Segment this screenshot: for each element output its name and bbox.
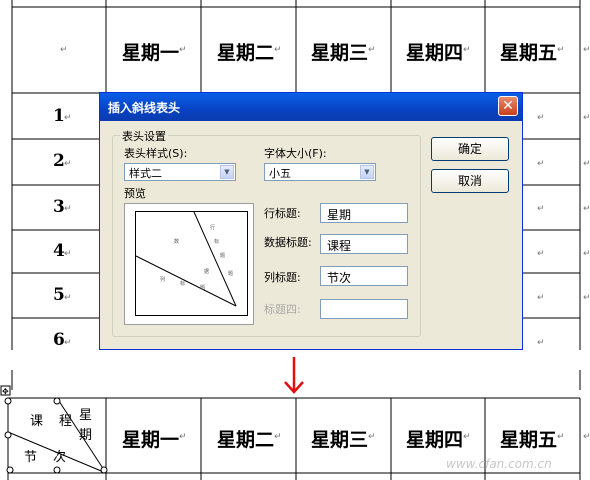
paragraph-mark: ↵	[463, 432, 471, 442]
col-title-value: 节次	[327, 271, 352, 285]
paragraph-mark: ↵	[463, 45, 471, 55]
title4-input[interactable]	[320, 299, 408, 319]
paragraph-mark: ↵	[583, 45, 590, 55]
top-header-day-2: 星期二	[217, 42, 275, 64]
preview-label: 预览	[124, 187, 146, 200]
dialog-title: 插入斜线表头	[108, 101, 181, 115]
paragraph-mark: ↵	[274, 432, 282, 442]
paragraph-mark: ↵	[368, 45, 376, 55]
preview-mark: 标	[180, 280, 185, 287]
row-title-input[interactable]: 星期	[320, 203, 408, 223]
preview-mark: 行	[210, 224, 215, 231]
paragraph-mark: ↵	[60, 45, 68, 55]
watermark: www.cfan.com.cn	[446, 457, 552, 471]
chevron-down-icon[interactable]: ▼	[220, 165, 234, 179]
paragraph-mark: ↵	[537, 204, 545, 214]
data-title-input[interactable]: 课程	[320, 234, 408, 254]
diag-col-text: 节次	[24, 450, 83, 465]
paragraph-mark: ↵	[583, 159, 590, 169]
col-title-label: 列标题:	[264, 271, 301, 284]
bottom-header-day-3: 星期三	[311, 429, 369, 451]
preview-mark: 列	[160, 276, 165, 283]
bottom-header-day-4: 星期四	[406, 429, 464, 451]
preview-mark: 据	[204, 268, 209, 275]
data-title-value: 课程	[327, 239, 352, 253]
style-select-value: 样式二	[129, 167, 162, 180]
close-button[interactable]: ✕	[498, 96, 518, 116]
preview-mark: 数	[174, 238, 179, 245]
move-icon: ✥	[2, 387, 9, 396]
cancel-button[interactable]: 取消	[431, 169, 509, 193]
paragraph-mark: ↵	[179, 45, 187, 55]
font-size-label: 字体大小(F):	[264, 147, 327, 160]
bottom-header-day-2: 星期二	[217, 429, 275, 451]
top-header-day-1: 星期一	[122, 42, 180, 64]
paragraph-mark: ↵	[64, 249, 72, 259]
top-header-day-4: 星期四	[406, 42, 464, 64]
paragraph-mark: ↵	[557, 432, 565, 442]
row-title-label: 行标题:	[264, 207, 301, 220]
top-header-day-5: 星期五	[500, 42, 558, 64]
title4-label: 标题四:	[264, 303, 301, 316]
dialog-titlebar[interactable]: 插入斜线表头 ✕	[100, 93, 522, 121]
row-title-value: 星期	[327, 208, 352, 222]
paragraph-mark: ↵	[537, 338, 545, 348]
paragraph-mark: ↵	[179, 432, 187, 442]
paragraph-mark: ↵	[537, 293, 545, 303]
chevron-down-icon[interactable]: ▼	[360, 165, 374, 179]
paragraph-mark: ↵	[64, 204, 72, 214]
preview-mark: 题	[220, 253, 225, 259]
bottom-header-day-1: 星期一	[122, 429, 180, 451]
col-title-input[interactable]: 节次	[320, 266, 408, 286]
header-settings-group-label: 表头设置	[120, 128, 168, 144]
paragraph-mark: ↵	[557, 45, 565, 55]
paragraph-mark: ↵	[64, 338, 72, 348]
close-icon: ✕	[502, 98, 514, 114]
font-size-select-value: 小五	[269, 167, 291, 180]
paragraph-mark: ↵	[537, 249, 545, 259]
preview-pane: 行 标 数 题 列 据 题 标 题	[124, 203, 254, 325]
style-label: 表头样式(S):	[124, 147, 188, 160]
paragraph-mark: ↵	[274, 45, 282, 55]
preview-mark: 标	[214, 238, 219, 245]
ok-button[interactable]: 确定	[431, 137, 509, 161]
paragraph-mark: ↵	[583, 432, 590, 442]
paragraph-mark: ↵	[64, 159, 72, 169]
paragraph-mark: ↵	[368, 432, 376, 442]
style-select[interactable]: 样式二 ▼	[124, 163, 236, 181]
diag-row-text: 星期	[79, 408, 93, 443]
preview-mark: 题	[228, 271, 233, 277]
paragraph-mark: ↵	[64, 113, 72, 123]
paragraph-mark: ↵	[583, 293, 590, 303]
paragraph-mark: ↵	[64, 293, 72, 303]
paragraph-mark: ↵	[583, 204, 590, 214]
top-header-day-3: 星期三	[311, 42, 369, 64]
preview-mark: 题	[200, 285, 205, 291]
paragraph-mark: ↵	[583, 113, 590, 123]
insert-diagonal-header-dialog: 插入斜线表头 ✕ 表头设置 表头样式(S): 样式二 ▼ 字体大小(F): 小五…	[99, 92, 523, 350]
paragraph-mark: ↵	[537, 113, 545, 123]
font-size-select[interactable]: 小五 ▼	[264, 163, 376, 181]
data-title-label: 数据标题:	[264, 236, 312, 249]
paragraph-mark: ↵	[537, 159, 545, 169]
bottom-header-day-5: 星期五	[500, 429, 558, 451]
paragraph-mark: ↵	[583, 249, 590, 259]
